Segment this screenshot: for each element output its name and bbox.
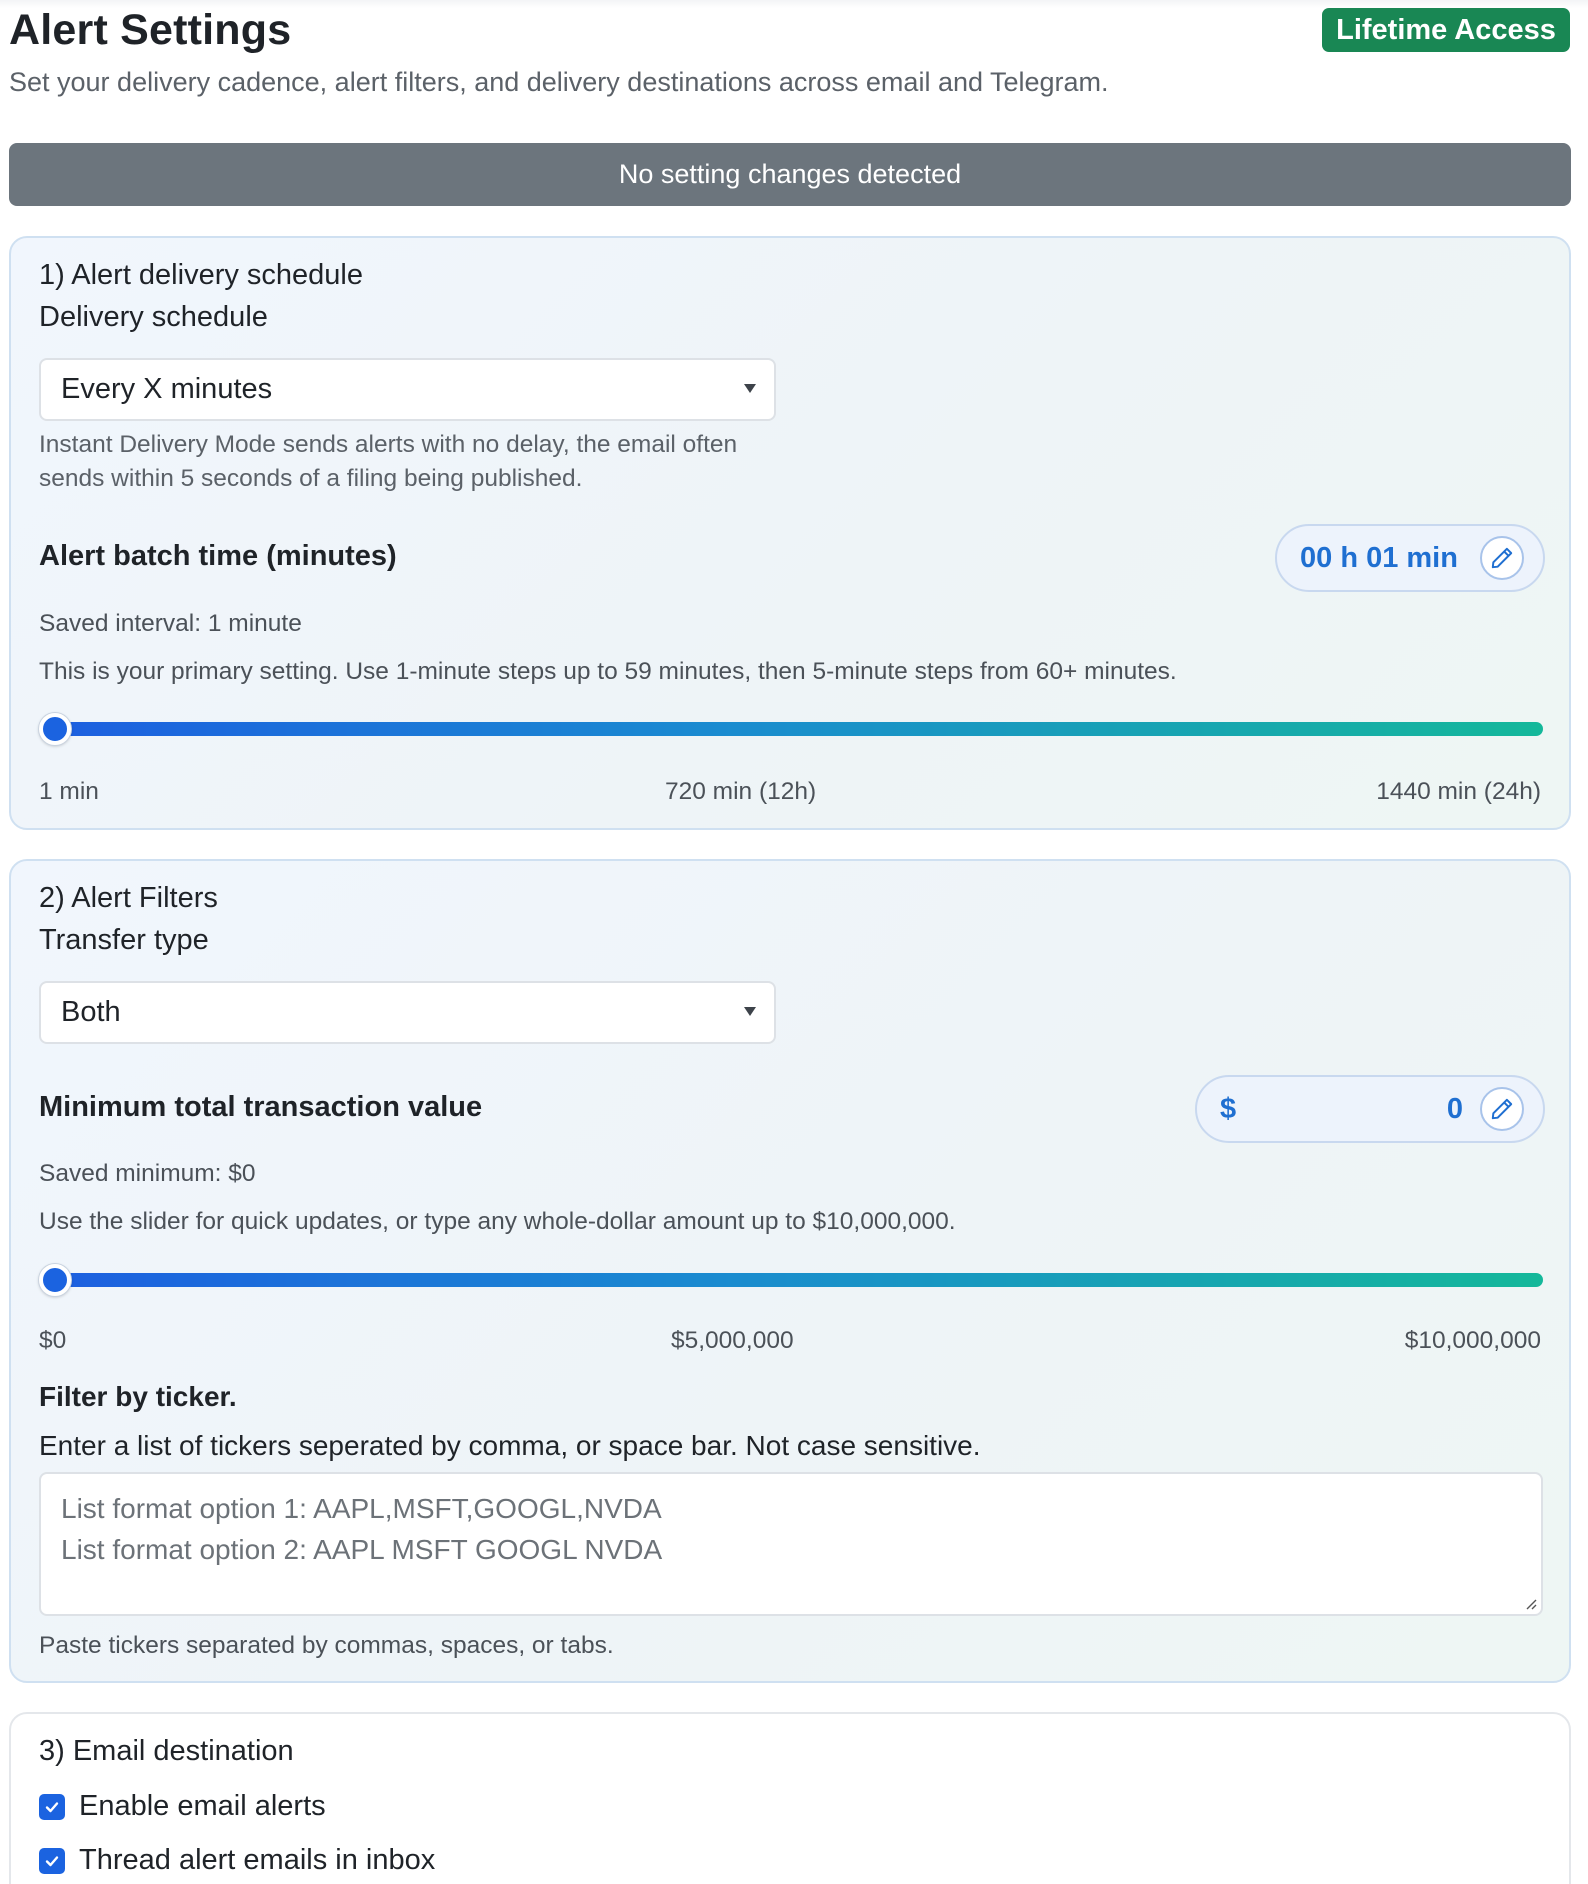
batch-time-display[interactable]: 00 h 01 min — [1275, 524, 1545, 592]
slider-mid-label: $5,000,000 — [671, 1327, 794, 1354]
min-value-label: Minimum total transaction value — [39, 1091, 483, 1123]
delivery-schedule-card: 1) Alert delivery schedule Delivery sche… — [9, 236, 1571, 830]
enable-email-checkbox[interactable] — [39, 1793, 65, 1820]
resize-handle-icon[interactable] — [1523, 1596, 1537, 1610]
batch-help: This is your primary setting. Use 1-minu… — [39, 658, 1177, 685]
ticker-instructions: Enter a list of tickers seperated by com… — [39, 1430, 981, 1461]
enable-email-row[interactable]: Enable email alerts — [39, 1790, 326, 1823]
page-title: Alert Settings — [9, 6, 292, 54]
ticker-textarea[interactable]: List format option 1: AAPL,MSFT,GOOGL,NV… — [39, 1472, 1543, 1616]
slider-max-label: $10,000,000 — [1404, 1327, 1541, 1354]
edit-batch-time-button[interactable] — [1480, 536, 1524, 580]
section-title: 1) Alert delivery schedule — [39, 259, 363, 291]
check-icon — [45, 1801, 59, 1812]
delivery-schedule-label: Delivery schedule — [39, 301, 268, 333]
section-title: 3) Email destination — [39, 1735, 294, 1767]
status-bar: No setting changes detected — [9, 143, 1571, 206]
delivery-schedule-select[interactable]: Every X minutes — [39, 358, 776, 421]
chevron-down-icon — [744, 1007, 756, 1016]
min-value-display: 0 — [1446, 1092, 1463, 1125]
batch-time-slider-thumb[interactable] — [39, 713, 71, 745]
transfer-type-select[interactable]: Both — [39, 981, 776, 1044]
chevron-down-icon — [744, 384, 756, 393]
thread-email-row[interactable]: Thread alert emails in inbox — [39, 1844, 435, 1877]
email-destination-card: 3) Email destination Enable email alerts… — [9, 1712, 1571, 1884]
ticker-filter-title: Filter by ticker. — [39, 1381, 237, 1412]
batch-time-value: 00 h 01 min — [1300, 541, 1458, 574]
edit-min-value-button[interactable] — [1480, 1087, 1524, 1131]
thread-email-checkbox[interactable] — [39, 1847, 65, 1874]
min-value-slider-thumb[interactable] — [39, 1264, 71, 1296]
min-value-help: Use the slider for quick updates, or typ… — [39, 1208, 956, 1235]
transfer-type-value: Both — [61, 996, 121, 1028]
check-icon — [45, 1855, 59, 1866]
ticker-placeholder-line-2: List format option 2: AAPL MSFT GOOGL NV… — [61, 1534, 663, 1565]
section-title: 2) Alert Filters — [39, 882, 218, 914]
slider-max-label: 1440 min (24h) — [1376, 778, 1541, 805]
plan-badge: Lifetime Access — [1322, 8, 1570, 52]
saved-minimum: Saved minimum: $0 — [39, 1160, 256, 1187]
min-value-input[interactable]: $ 0 — [1195, 1075, 1545, 1143]
thread-email-label: Thread alert emails in inbox — [79, 1844, 436, 1876]
slider-min-label: 1 min — [39, 778, 99, 805]
enable-email-label: Enable email alerts — [79, 1790, 326, 1822]
ticker-placeholder-line-1: List format option 1: AAPL,MSFT,GOOGL,NV… — [61, 1493, 662, 1524]
currency-symbol: $ — [1220, 1092, 1237, 1125]
slider-mid-label: 720 min (12h) — [665, 778, 817, 805]
batch-time-label: Alert batch time (minutes) — [39, 540, 397, 572]
min-value-slider-track[interactable] — [47, 1273, 1543, 1287]
page-subtitle: Set your delivery cadence, alert filters… — [9, 67, 1109, 97]
schedule-help: Instant Delivery Mode sends alerts with … — [39, 431, 738, 492]
transfer-type-label: Transfer type — [39, 924, 209, 956]
slider-min-label: $0 — [39, 1327, 67, 1354]
saved-interval: Saved interval: 1 minute — [39, 610, 302, 637]
delivery-schedule-value: Every X minutes — [61, 373, 273, 405]
pencil-icon — [1491, 1098, 1513, 1120]
ticker-help: Paste tickers separated by commas, space… — [39, 1632, 614, 1659]
batch-time-slider-track[interactable] — [47, 722, 1543, 736]
pencil-icon — [1491, 547, 1513, 569]
alert-filters-card: 2) Alert Filters Transfer type Both Mini… — [9, 859, 1571, 1683]
